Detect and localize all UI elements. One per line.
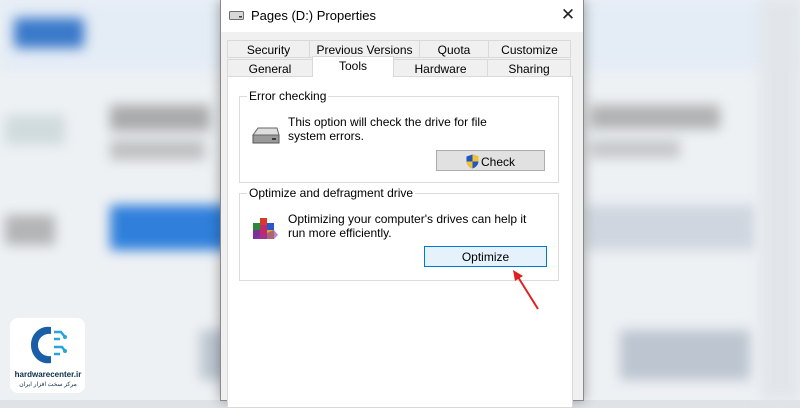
background-block [760,0,800,400]
tab-security[interactable]: Security [227,40,310,58]
check-button[interactable]: Check [436,150,545,171]
background-block [590,105,720,129]
defragment-icon [253,218,278,239]
tab-tools[interactable]: Tools [312,56,394,77]
optimize-title: Optimize and defragment drive [247,186,416,200]
error-checking-description: This option will check the drive for fil… [288,115,487,143]
background-block [585,205,755,250]
properties-dialog: Pages (D:) Properties ✕ Security Previou… [220,0,584,408]
tab-quota[interactable]: Quota [419,40,489,58]
close-button[interactable]: ✕ [553,0,583,30]
background-block [620,330,750,380]
optimize-button[interactable]: Optimize [424,246,547,267]
background-block [5,215,55,245]
error-checking-group: Error checking This option will check th… [239,89,559,183]
logo-site-name: hardwarecenter.ir [14,370,82,379]
hard-drive-icon [252,127,280,144]
background-logo [14,18,84,48]
tools-panel: Error checking This option will check th… [227,76,573,408]
logo-subtitle: مرکز سخت افزار ایران [19,382,77,388]
background-block [110,140,205,160]
tab-sharing[interactable]: Sharing [487,59,571,77]
optimize-group: Optimize and defragment drive Optimizing… [239,186,559,281]
tab-general[interactable]: General [227,59,313,77]
red-arrow-annotation [513,270,539,310]
drive-icon [229,11,244,20]
optimize-description: Optimizing your computer's drives can he… [288,212,527,240]
background-block [110,205,230,250]
check-button-label: Check [480,155,515,169]
background-block [110,105,210,131]
hardwarecenter-logo: hardwarecenter.ir مرکز سخت افزار ایران [10,318,85,393]
title-bar[interactable]: Pages (D:) Properties ✕ [221,0,583,32]
error-checking-title: Error checking [247,89,329,103]
tab-hardware[interactable]: Hardware [393,59,488,77]
window-title: Pages (D:) Properties [251,8,376,23]
shield-icon [466,154,479,169]
background-block [590,140,680,158]
background-block [5,115,65,145]
logo-icon [31,326,67,364]
tab-customize[interactable]: Customize [488,40,571,58]
